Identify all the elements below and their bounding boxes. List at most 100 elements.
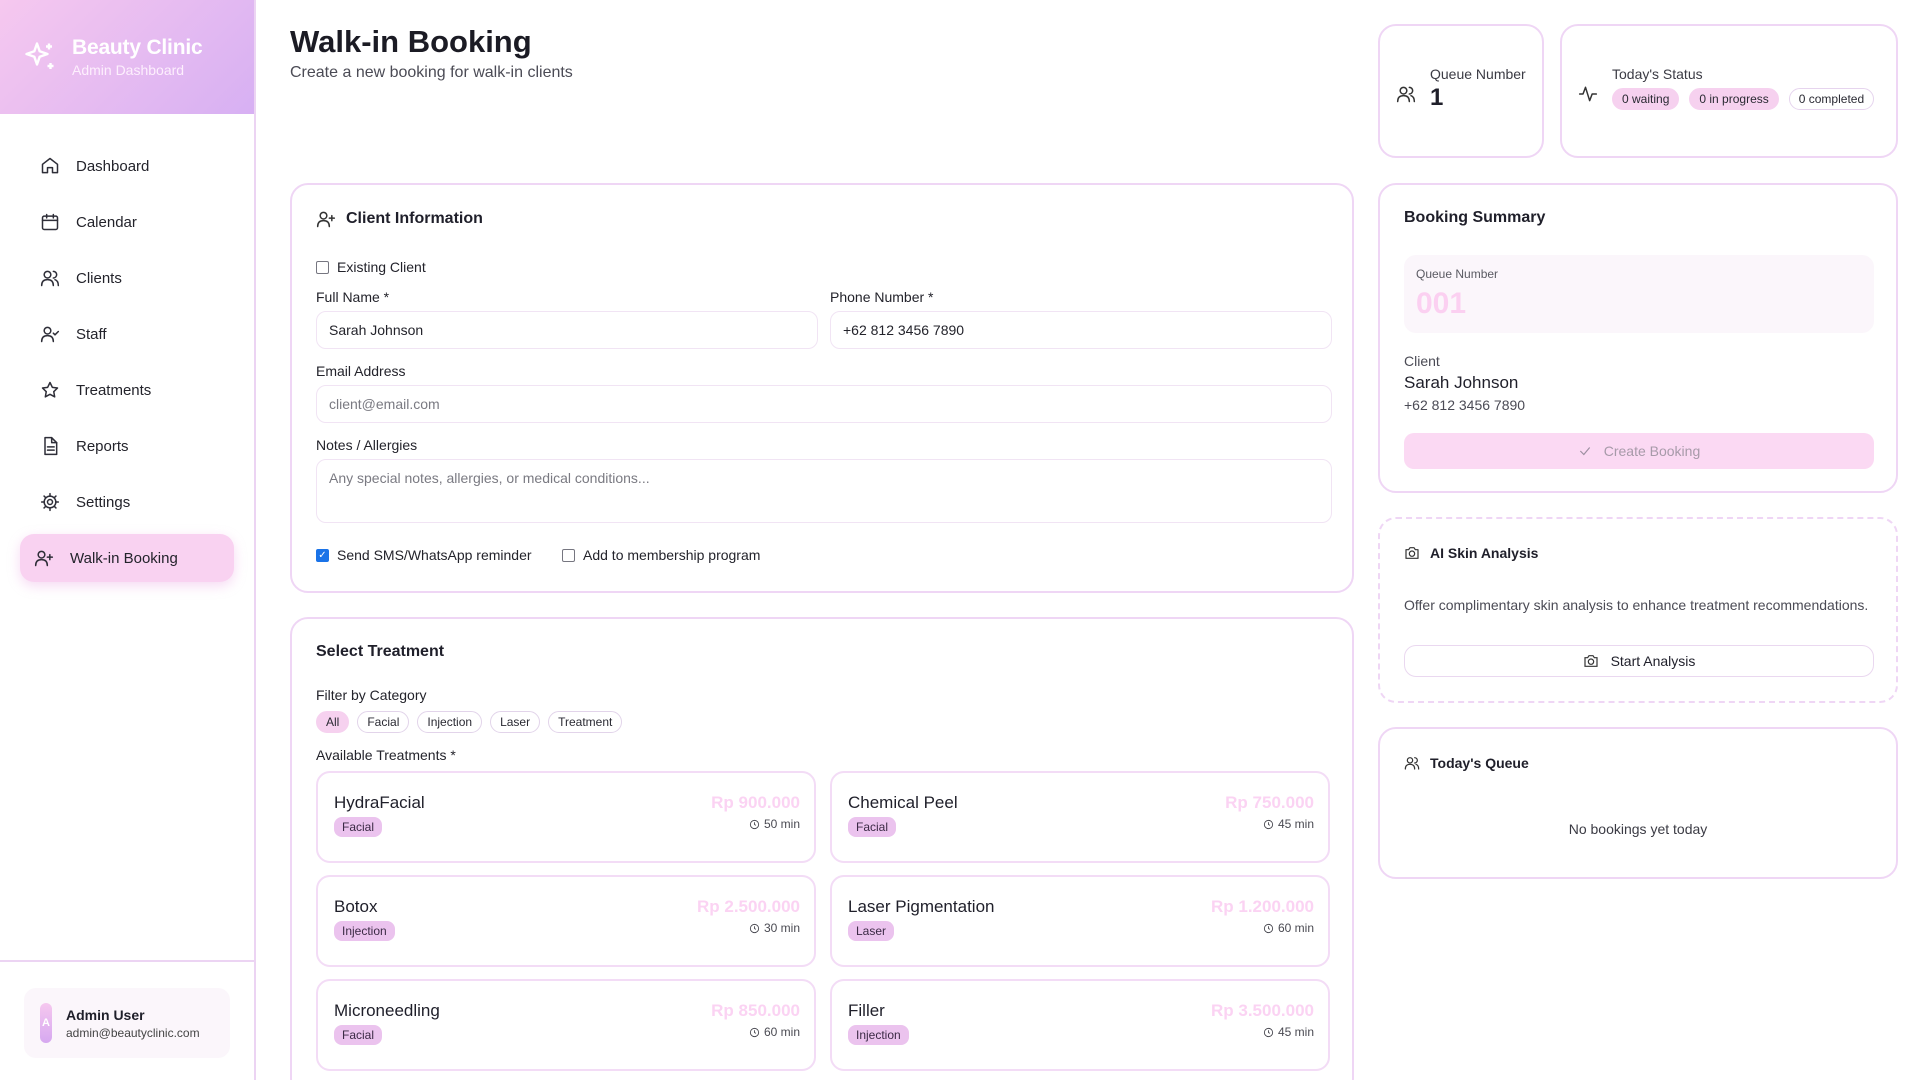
treatment-card-microneedling[interactable]: Microneedling Facial Rp 850.000 60 min <box>316 979 816 1071</box>
sidebar-item-label: Clients <box>76 269 122 287</box>
sidebar-item-settings[interactable]: Settings <box>20 478 234 526</box>
notes-allergies-label: Notes / Allergies <box>316 437 418 453</box>
users-icon <box>1404 757 1420 770</box>
queue-number-card: Queue Number 1 <box>1378 24 1544 158</box>
camera-icon <box>1583 655 1598 667</box>
email-field[interactable]: client@email.com <box>316 385 1332 423</box>
sidebar-item-staff[interactable]: Staff <box>20 310 234 358</box>
clock-icon <box>749 1027 760 1037</box>
category-chip-injection[interactable]: Injection <box>417 711 483 733</box>
treatment-price: Rp 750.000 <box>1225 793 1314 812</box>
membership-checkbox[interactable]: Add to membership program <box>562 547 760 563</box>
start-analysis-button[interactable]: Start Analysis <box>1404 645 1874 677</box>
available-treatments-label: Available Treatments * <box>316 747 456 763</box>
treatment-name: HydraFacial <box>334 793 425 812</box>
sparkles-icon <box>25 42 54 69</box>
category-chip-treatment[interactable]: Treatment <box>548 711 623 733</box>
sidebar-footer: A Admin User admin@beautyclinic.com <box>0 960 254 1080</box>
activity-icon <box>1578 86 1598 102</box>
existing-client-checkbox[interactable]: Existing Client <box>316 259 426 275</box>
users-icon <box>40 270 60 287</box>
treatment-category-badge: Injection <box>334 921 395 941</box>
treatment-duration: 30 min <box>749 921 800 935</box>
checkbox-box[interactable] <box>316 260 329 274</box>
clock-icon <box>1263 923 1274 933</box>
in-progress-badge: 0 in progress <box>1689 88 1779 110</box>
home-icon <box>41 157 59 174</box>
checkbox-box[interactable] <box>562 548 575 562</box>
category-chip-all[interactable]: All <box>316 711 350 733</box>
category-chip-facial[interactable]: Facial <box>357 711 410 733</box>
sidebar-item-reports[interactable]: Reports <box>20 422 234 470</box>
user-plus-icon <box>34 550 54 567</box>
user-name: Admin User <box>66 1006 145 1023</box>
ai-skin-analysis-title: AI Skin Analysis <box>1404 545 1538 561</box>
create-booking-button[interactable]: Create Booking <box>1404 433 1874 469</box>
treatment-duration: 45 min <box>1263 817 1314 831</box>
user-card[interactable]: A Admin User admin@beautyclinic.com <box>24 988 230 1058</box>
queue-empty-message: No bookings yet today <box>1568 821 1708 837</box>
brand-title: Beauty Clinic <box>72 36 203 59</box>
page-title: Walk-in Booking <box>290 24 532 59</box>
summary-client-name: Sarah Johnson <box>1404 373 1519 392</box>
full-name-label: Full Name * <box>316 289 390 305</box>
sidebar-item-label: Treatments <box>76 381 152 399</box>
treatment-name: Chemical Peel <box>848 793 958 812</box>
ai-skin-analysis-description: Offer complimentary skin analysis to enh… <box>1404 597 1869 613</box>
notes-textarea[interactable]: Any special notes, allergies, or medical… <box>316 459 1332 523</box>
email-address-label: Email Address <box>316 363 406 379</box>
staff-icon <box>40 326 60 343</box>
filter-category-label: Filter by Category <box>316 687 427 703</box>
sidebar-item-label: Dashboard <box>76 157 150 175</box>
gear-icon <box>40 492 60 512</box>
todays-queue-title-text: Today's Queue <box>1430 755 1529 771</box>
treatment-name: Microneedling <box>334 1001 440 1020</box>
clock-icon <box>1263 1027 1274 1037</box>
booking-summary-title: Booking Summary <box>1404 209 1546 226</box>
treatment-card-chemical-peel[interactable]: Chemical Peel Facial Rp 750.000 45 min <box>830 771 1330 863</box>
treatment-card-botox[interactable]: Botox Injection Rp 2.500.000 30 min <box>316 875 816 967</box>
treatment-card-filler[interactable]: Filler Injection Rp 3.500.000 45 min <box>830 979 1330 1071</box>
completed-badge: 0 completed <box>1788 88 1875 110</box>
booking-summary-card: Booking Summary Queue Number 001 Client … <box>1378 183 1898 493</box>
sidebar-item-clients[interactable]: Clients <box>20 254 234 302</box>
sms-reminder-checkbox[interactable]: ✓ Send SMS/WhatsApp reminder <box>316 547 532 563</box>
treatment-card-laser-pigmentation[interactable]: Laser Pigmentation Laser Rp 1.200.000 60… <box>830 875 1330 967</box>
client-information-card: Client Information Existing Client Full … <box>290 183 1354 593</box>
treatment-category-badge: Laser <box>848 921 895 941</box>
treatment-duration-text: 50 min <box>763 817 800 831</box>
todays-queue-card: Today's Queue No bookings yet today <box>1378 727 1898 879</box>
calendar-icon <box>41 213 59 231</box>
queue-number-value: 1 <box>1430 84 1444 111</box>
sidebar-item-walk-in-booking[interactable]: Walk-in Booking <box>20 534 234 582</box>
sms-reminder-label: Send SMS/WhatsApp reminder <box>337 547 532 563</box>
clock-icon <box>749 923 760 933</box>
full-name-input[interactable]: Sarah Johnson <box>316 311 818 349</box>
brand-subtitle: Admin Dashboard <box>72 62 185 78</box>
sidebar-item-label: Staff <box>76 325 107 343</box>
treatment-duration: 60 min <box>1263 921 1314 935</box>
user-email: admin@beautyclinic.com <box>66 1025 200 1040</box>
sidebar-item-calendar[interactable]: Calendar <box>20 198 234 246</box>
treatment-card-hydrafacial[interactable]: HydraFacial Facial Rp 900.000 50 min <box>316 771 816 863</box>
phone-number-input[interactable]: +62 812 3456 7890 <box>830 311 1332 349</box>
camera-icon <box>1405 547 1419 559</box>
category-chip-laser[interactable]: Laser <box>490 711 541 733</box>
ai-skin-analysis-title-text: AI Skin Analysis <box>1430 545 1539 561</box>
page-subtitle: Create a new booking for walk-in clients <box>290 64 573 81</box>
treatment-category-badge: Facial <box>848 817 897 837</box>
treatment-name: Botox <box>334 897 378 916</box>
summary-queue-box: Queue Number 001 <box>1404 255 1874 333</box>
summary-queue-label: Queue Number <box>1416 267 1499 281</box>
todays-queue-title: Today's Queue <box>1404 755 1529 771</box>
treatment-price: Rp 900.000 <box>711 793 800 812</box>
checkbox-checked-icon[interactable]: ✓ <box>316 548 329 562</box>
sidebar-item-treatments[interactable]: Treatments <box>20 366 234 414</box>
treatment-price: Rp 2.500.000 <box>696 897 800 916</box>
treatment-price: Rp 850.000 <box>711 1001 800 1020</box>
sidebar: Beauty Clinic Admin Dashboard Dashboard … <box>0 0 256 1080</box>
sidebar-item-dashboard[interactable]: Dashboard <box>20 142 234 190</box>
treatment-duration: 45 min <box>1263 1025 1314 1039</box>
treatment-duration-text: 45 min <box>1277 817 1314 831</box>
client-information-title: Client Information <box>316 209 483 229</box>
